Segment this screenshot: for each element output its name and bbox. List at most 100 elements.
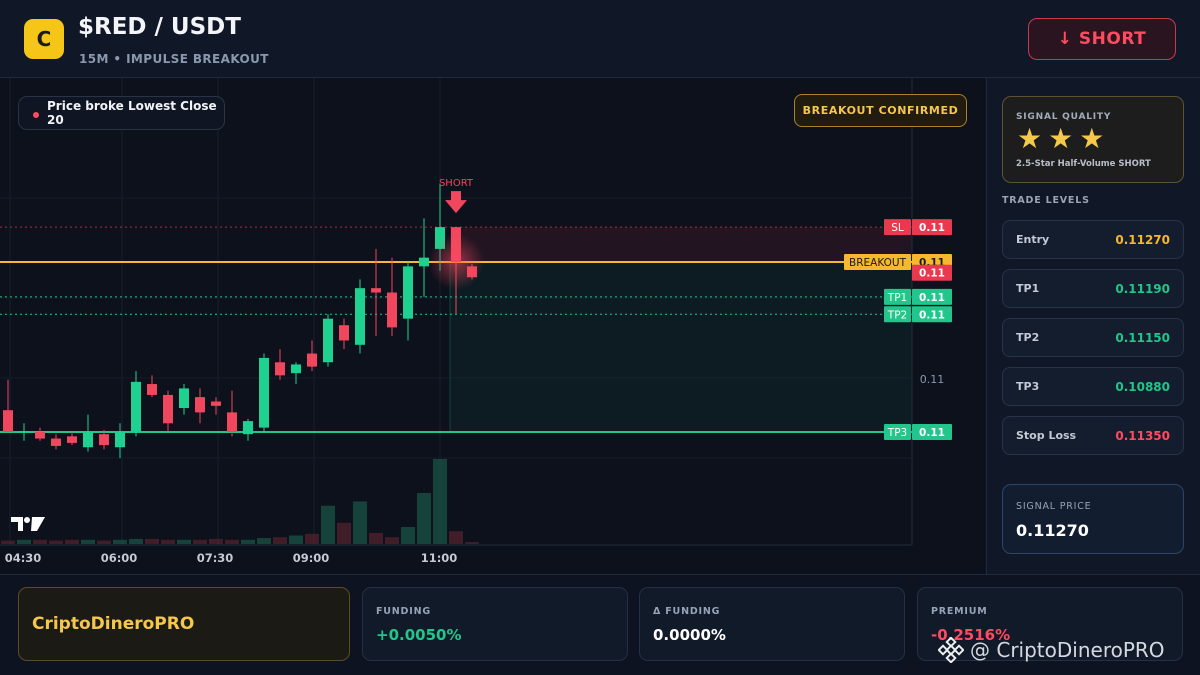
candle-body xyxy=(35,432,45,439)
level-value: 0.10880 xyxy=(1115,379,1170,394)
price-chart[interactable]: SHORT SL 0.11 BREAKOUT 0.11 0.11 TP1 0.11 TP2 0.1… xyxy=(0,78,985,574)
level-value: 0.11350 xyxy=(1115,428,1170,443)
pair-title: $RED / USDT xyxy=(78,14,241,40)
level-tag-name: TP1 xyxy=(887,292,907,304)
candle-body xyxy=(99,434,109,446)
signal-quality-desc: 2.5-Star Half-Volume SHORT xyxy=(1016,159,1151,169)
candle-body xyxy=(339,325,349,341)
candle-body xyxy=(115,432,125,448)
level-tag-value: 0.11 xyxy=(919,292,945,304)
volume-bar xyxy=(1,540,15,544)
level-label: TP2 xyxy=(1016,331,1040,344)
x-axis-tick: 07:30 xyxy=(197,551,234,565)
candle-body xyxy=(403,266,413,319)
volume-bar xyxy=(193,539,207,544)
header-bar: C $RED / USDT 15M • IMPULSE BREAKOUT ↓ S… xyxy=(0,0,1200,78)
x-axis-tick: 06:00 xyxy=(101,551,138,565)
short-button[interactable]: ↓ SHORT xyxy=(1028,18,1176,60)
signal-quality-card: SIGNAL QUALITY ★ ★ ★ 2.5-Star Half-Volum… xyxy=(1002,96,1184,183)
breakout-badge: BREAKOUT CONFIRMED xyxy=(794,94,967,127)
volume-bar xyxy=(209,538,223,544)
level-tag-name: TP3 xyxy=(887,427,907,439)
volume-bar xyxy=(177,539,191,544)
star-icon: ★ xyxy=(1079,122,1105,155)
candle-body xyxy=(163,394,173,424)
candle-body xyxy=(371,288,381,293)
candle-body xyxy=(323,318,333,363)
signal-price-card: SIGNAL PRICE 0.11270 xyxy=(1002,484,1184,554)
candle-body xyxy=(211,401,221,406)
volume-bar xyxy=(417,493,431,544)
level-label: TP1 xyxy=(1016,282,1040,295)
level-tag-value: 0.11 xyxy=(919,222,945,234)
volume-bar xyxy=(337,522,351,544)
level-value: 0.11190 xyxy=(1115,281,1170,296)
brand-name: CriptoDineroPRO xyxy=(32,614,195,634)
candle-body xyxy=(131,381,141,432)
candle-body xyxy=(3,410,13,432)
stat-value: 0.0000% xyxy=(653,626,726,644)
volume-bar xyxy=(321,505,335,544)
volume-bar xyxy=(65,539,79,544)
level-row-tp1: TP1 0.11190 xyxy=(1002,269,1184,308)
volume-bar xyxy=(401,527,415,544)
x-axis-tick: 09:00 xyxy=(293,551,330,565)
volume-bar xyxy=(113,539,127,544)
event-pill: Price broke Lowest Close 20 xyxy=(18,96,225,130)
app-logo: C xyxy=(24,19,64,59)
star-icon: ★ xyxy=(1017,122,1043,155)
stat-label: PREMIUM xyxy=(931,606,988,617)
volume-bar xyxy=(369,532,383,544)
brand-card: CriptoDineroPRO xyxy=(18,587,350,661)
short-marker-label: SHORT xyxy=(439,178,474,189)
signal-price-label: SIGNAL PRICE xyxy=(1016,501,1092,512)
watermark: @ CriptoDineroPRO xyxy=(938,636,1196,664)
candle-body xyxy=(51,438,61,446)
candle-body xyxy=(419,257,429,267)
candle-body xyxy=(259,357,269,428)
volume-bar xyxy=(353,501,367,544)
level-row-tp2: TP2 0.11150 xyxy=(1002,318,1184,357)
candle-body xyxy=(19,431,29,433)
signal-quality-title: SIGNAL QUALITY xyxy=(1016,112,1112,122)
star-icon: ★ xyxy=(1048,122,1074,155)
chart-canvas[interactable]: SHORT SL 0.11 BREAKOUT 0.11 0.11 TP1 0.11 TP2 0.1… xyxy=(0,78,985,574)
funding-card: FUNDING +0.0050% xyxy=(362,587,628,661)
volume-bar xyxy=(257,538,271,544)
x-axis-tick: 04:30 xyxy=(5,551,42,565)
volume-bar xyxy=(49,540,63,544)
binance-icon xyxy=(938,637,964,663)
level-row-entry: Entry 0.11270 xyxy=(1002,220,1184,259)
volume-bar xyxy=(449,531,463,544)
stop-loss-zone xyxy=(450,227,912,262)
level-row-stop-loss: Stop Loss 0.11350 xyxy=(1002,416,1184,455)
delta-funding-card: Δ FUNDING 0.0000% xyxy=(639,587,905,661)
volume-bar xyxy=(225,539,239,544)
level-value: 0.11270 xyxy=(1115,232,1170,247)
trade-levels-title: TRADE LEVELS xyxy=(1002,195,1090,206)
volume-bar xyxy=(161,539,175,544)
volume-bar xyxy=(385,537,399,544)
short-arrow-icon xyxy=(445,191,467,214)
candle-body xyxy=(67,436,77,443)
watermark-text: @ CriptoDineroPRO xyxy=(970,638,1165,662)
level-row-tp3: TP3 0.10880 xyxy=(1002,367,1184,406)
level-value: 0.11150 xyxy=(1115,330,1170,345)
stat-value: +0.0050% xyxy=(376,626,462,644)
candle-body xyxy=(227,412,237,432)
level-label: Stop Loss xyxy=(1016,429,1077,442)
level-label: Entry xyxy=(1016,233,1050,246)
volume-bar xyxy=(33,539,47,544)
candle-body xyxy=(275,362,285,376)
volume-bar xyxy=(17,539,31,544)
volume-bar xyxy=(241,539,255,544)
y-axis-label: 0.11 xyxy=(920,373,945,386)
level-tag-value: 0.11 xyxy=(919,268,945,280)
timeframe-subtitle: 15M • IMPULSE BREAKOUT xyxy=(79,52,269,66)
candle-body xyxy=(387,292,397,328)
volume-bar xyxy=(433,459,447,544)
volume-bar xyxy=(273,537,287,544)
volume-bar xyxy=(305,533,319,544)
event-dot-icon xyxy=(33,112,39,118)
level-tag-name: TP2 xyxy=(887,309,907,321)
